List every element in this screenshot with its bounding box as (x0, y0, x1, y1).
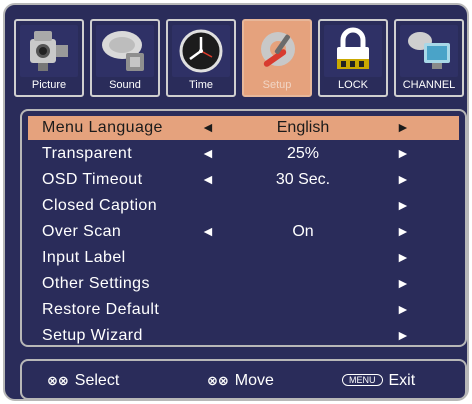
right-arrow-icon[interactable]: ► (396, 197, 410, 213)
lock-icon (324, 25, 382, 77)
tab-sound[interactable]: Sound (90, 19, 160, 97)
setup-menu: Menu Language ◄ English ► Transparent ◄ … (20, 109, 467, 347)
right-arrow-icon[interactable]: ► (396, 275, 410, 291)
clock-icon (172, 25, 230, 77)
menu-item-value: English (276, 119, 330, 136)
menu-item-label: Restore Default (42, 301, 160, 318)
left-arrow-icon[interactable]: ◄ (201, 119, 215, 135)
menu-item-input-label[interactable]: Input Label ► (28, 246, 459, 270)
right-arrow-icon[interactable]: ► (396, 249, 410, 265)
menu-item-value: 30 Sec. (275, 171, 331, 188)
left-arrow-icon[interactable]: ◄ (201, 145, 215, 161)
menu-item-value: 25% (286, 145, 320, 162)
menu-item-other-settings[interactable]: Other Settings ► (28, 272, 459, 296)
menu-item-over-scan[interactable]: Over Scan ◄ On ► (28, 220, 459, 244)
menu-item-label: Transparent (42, 145, 133, 162)
menu-item-label: Input Label (42, 249, 126, 266)
move-hint-label: Move (234, 372, 274, 389)
menu-key-icon: MENU (342, 374, 383, 386)
tab-time[interactable]: Time (166, 19, 236, 97)
left-right-keys-icon: ⊗⊗ (207, 373, 229, 388)
right-arrow-icon[interactable]: ► (396, 327, 410, 343)
menu-item-label: OSD Timeout (42, 171, 143, 188)
menu-item-restore-default[interactable]: Restore Default ► (28, 298, 459, 322)
tab-label: Setup (262, 79, 292, 91)
select-hint: ⊗⊗ Select (47, 372, 119, 390)
menu-item-label: Closed Caption (42, 197, 157, 214)
right-arrow-icon[interactable]: ► (396, 171, 410, 187)
move-hint: ⊗⊗ Move (207, 372, 274, 390)
menu-item-closed-caption[interactable]: Closed Caption ► (28, 194, 459, 218)
menu-item-label: Setup Wizard (42, 327, 143, 344)
tab-label: CHANNEL (402, 79, 456, 91)
tv-antenna-icon (400, 25, 458, 77)
tab-label: Sound (109, 79, 141, 91)
menu-item-menu-language[interactable]: Menu Language ◄ English ► (28, 116, 459, 140)
menu-item-label: Over Scan (42, 223, 122, 240)
satellite-dish-icon (96, 25, 154, 77)
tab-label: Time (188, 79, 214, 91)
tools-icon (248, 25, 306, 77)
right-arrow-icon[interactable]: ► (396, 301, 410, 317)
select-hint-label: Select (74, 372, 120, 389)
right-arrow-icon[interactable]: ► (396, 119, 410, 135)
tab-label: Picture (31, 79, 67, 91)
menu-item-osd-timeout[interactable]: OSD Timeout ◄ 30 Sec. ► (28, 168, 459, 192)
tab-label: LOCK (338, 79, 368, 91)
left-arrow-icon[interactable]: ◄ (201, 223, 215, 239)
left-arrow-icon[interactable]: ◄ (201, 171, 215, 187)
tab-setup[interactable]: Setup (242, 19, 312, 97)
menu-item-label: Menu Language (42, 119, 163, 136)
right-arrow-icon[interactable]: ► (396, 223, 410, 239)
camcorder-icon (20, 25, 78, 77)
menu-item-transparent[interactable]: Transparent ◄ 25% ► (28, 142, 459, 166)
menu-item-label: Other Settings (42, 275, 150, 292)
menu-item-setup-wizard[interactable]: Setup Wizard ► (28, 324, 459, 348)
tab-picture[interactable]: Picture (14, 19, 84, 97)
right-arrow-icon[interactable]: ► (396, 145, 410, 161)
menu-item-value: On (292, 223, 314, 240)
osd-frame: Picture Sound Time Setup LOCK CHANNEL Me… (3, 3, 469, 401)
key-hints-bar: ⊗⊗ Select ⊗⊗ Move MENU Exit (20, 359, 467, 400)
exit-hint: MENU Exit (342, 372, 415, 390)
tab-channel[interactable]: CHANNEL (394, 19, 464, 97)
tab-lock[interactable]: LOCK (318, 19, 388, 97)
category-tabs: Picture Sound Time Setup LOCK CHANNEL (14, 19, 464, 99)
exit-hint-label: Exit (388, 372, 416, 389)
up-down-keys-icon: ⊗⊗ (47, 373, 69, 388)
